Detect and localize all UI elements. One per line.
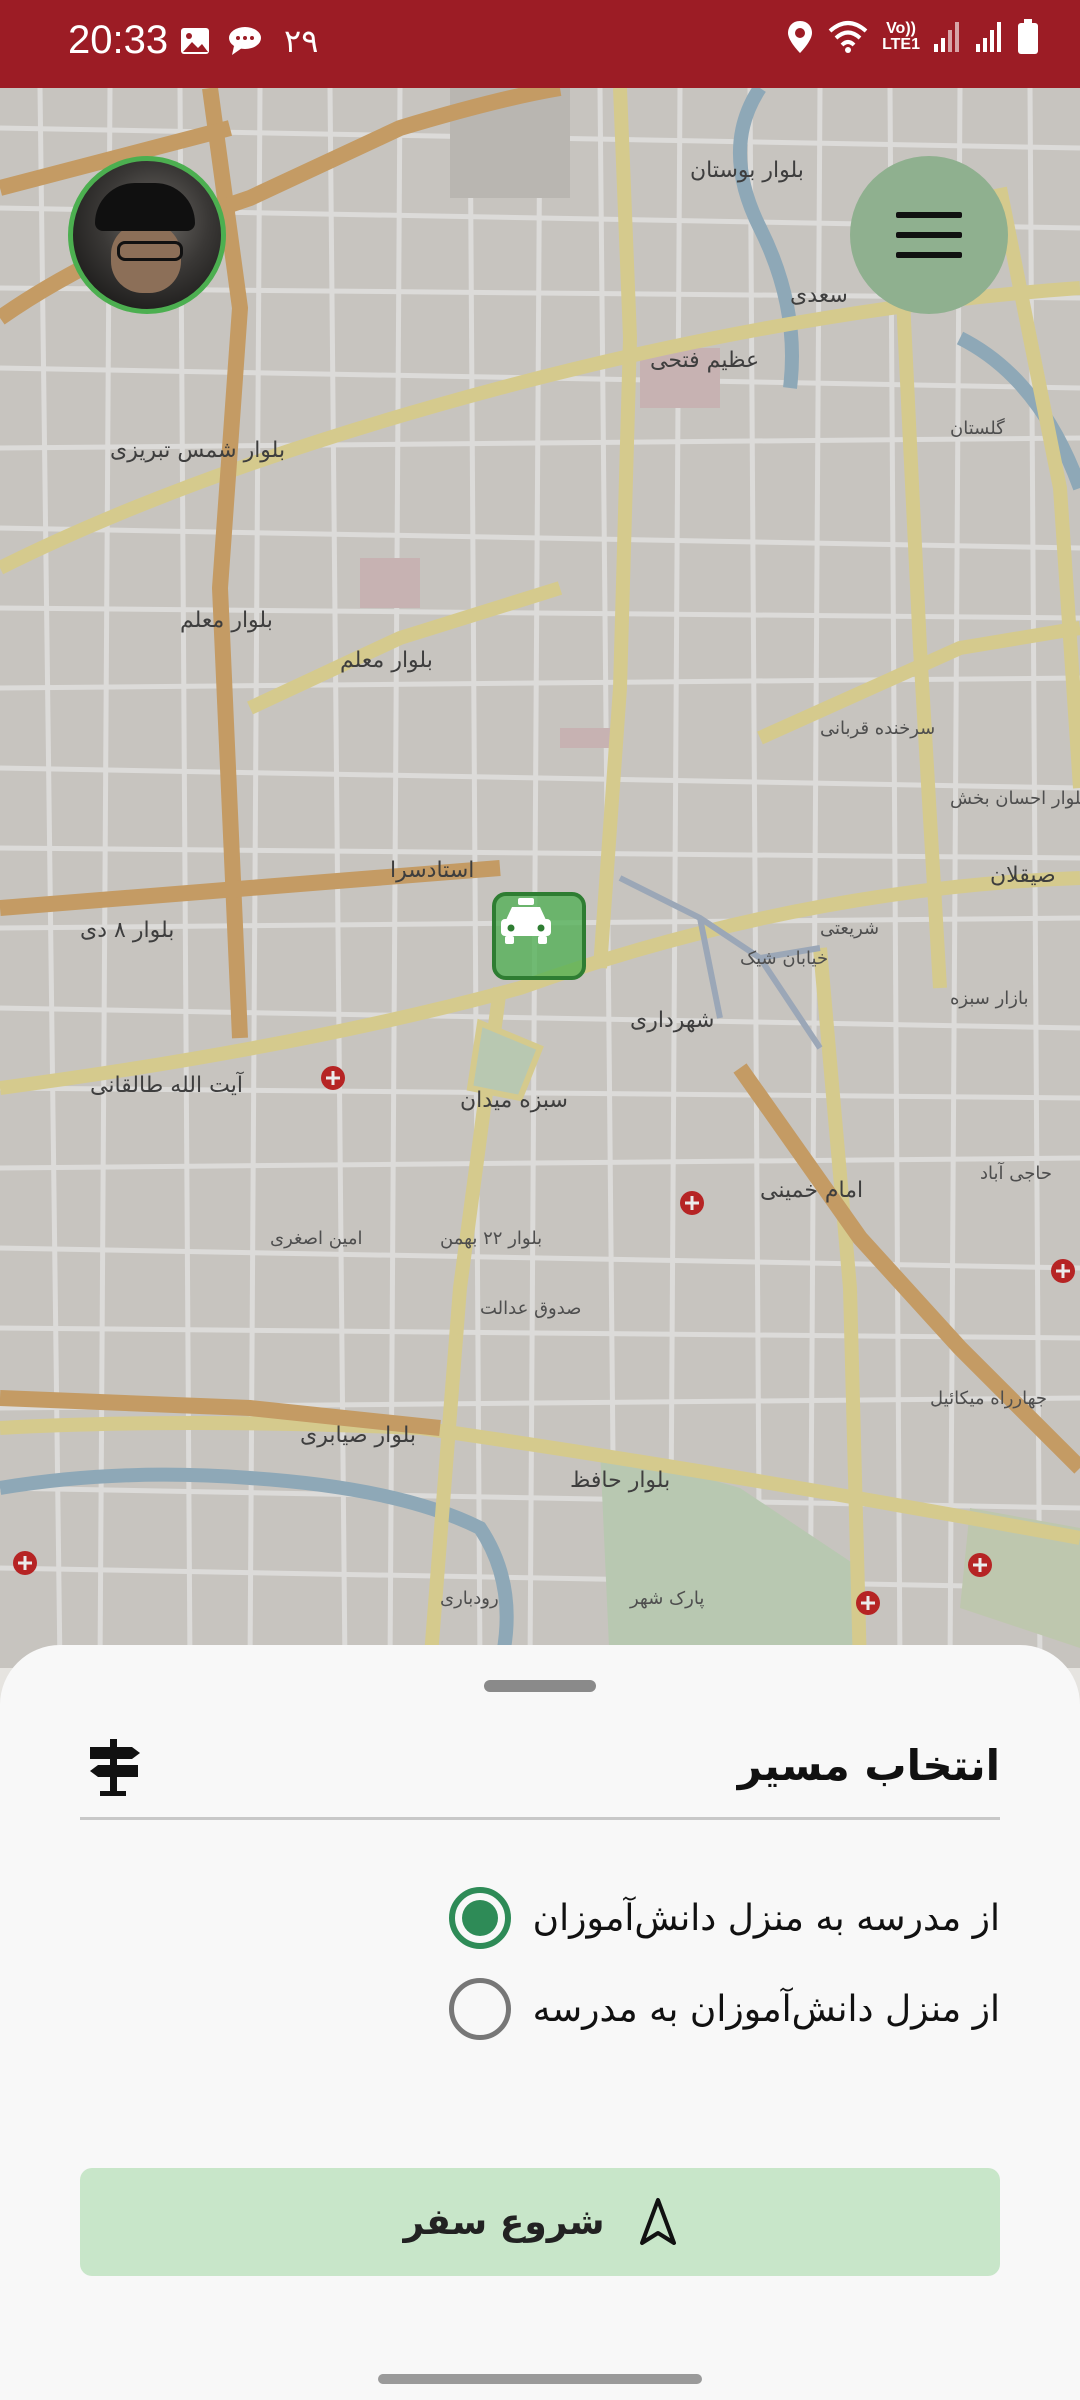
route-option-label: از منزل دانش‌آموزان به مدرسه [532,1988,1000,2030]
status-right: Vo)) LTE1 [786,18,1040,56]
start-trip-button[interactable]: شروع سفر [80,2168,1000,2276]
wifi-icon [828,21,868,53]
gallery-icon [181,28,209,54]
map-view[interactable]: بلوار معلم بلوار شمس تبریزی بلوار ۸ دی آ… [0,88,1080,1668]
gesture-navigation-bar[interactable] [378,2374,702,2384]
route-option-school-to-home[interactable]: از مدرسه به منزل دانش‌آموزان [448,1887,1000,1949]
menu-button[interactable] [850,156,1008,314]
radio-selected[interactable] [448,1887,511,1949]
route-selection-sheet: انتخاب مسیر از مدرسه به منزل دانش‌آموزان… [0,1645,1080,2400]
taxi-icon [501,898,551,944]
signal-icon-1 [934,22,959,52]
notification-count: ۲۹ [284,23,319,59]
map-dim-overlay [0,88,1080,1668]
signal-icon-2 [976,22,1001,52]
sheet-divider [80,1817,1000,1820]
avatar-glasses [117,241,183,261]
network-type: Vo)) LTE1 [882,21,920,53]
navigation-arrow-icon [639,2198,676,2245]
sheet-title: انتخاب مسیر [737,1741,1000,1790]
status-notifications: ۲۹ [178,22,318,60]
status-time: 20:33 [68,18,169,62]
avatar-hat [95,183,195,231]
taxi-marker-icon[interactable] [492,892,586,980]
location-icon [788,21,813,53]
radio-unselected[interactable] [448,1978,511,2040]
battery-icon [1018,19,1038,54]
radio-dot [461,1900,498,1936]
route-option-home-to-school[interactable]: از منزل دانش‌آموزان به مدرسه [448,1978,1000,2040]
volte-label: Vo)) [886,20,916,37]
start-trip-label: شروع سفر [403,2201,605,2243]
user-avatar[interactable] [68,156,226,314]
route-option-label: از مدرسه به منزل دانش‌آموزان [532,1897,1000,1939]
signpost-icon [90,1739,140,1796]
chat-icon [229,27,261,55]
lte-label: LTE1 [882,36,920,53]
hamburger-menu-icon [896,212,962,258]
status-bar: 20:33 ۲۹ Vo)) LTE1 [0,0,1080,88]
sheet-drag-handle[interactable] [484,1680,596,1692]
